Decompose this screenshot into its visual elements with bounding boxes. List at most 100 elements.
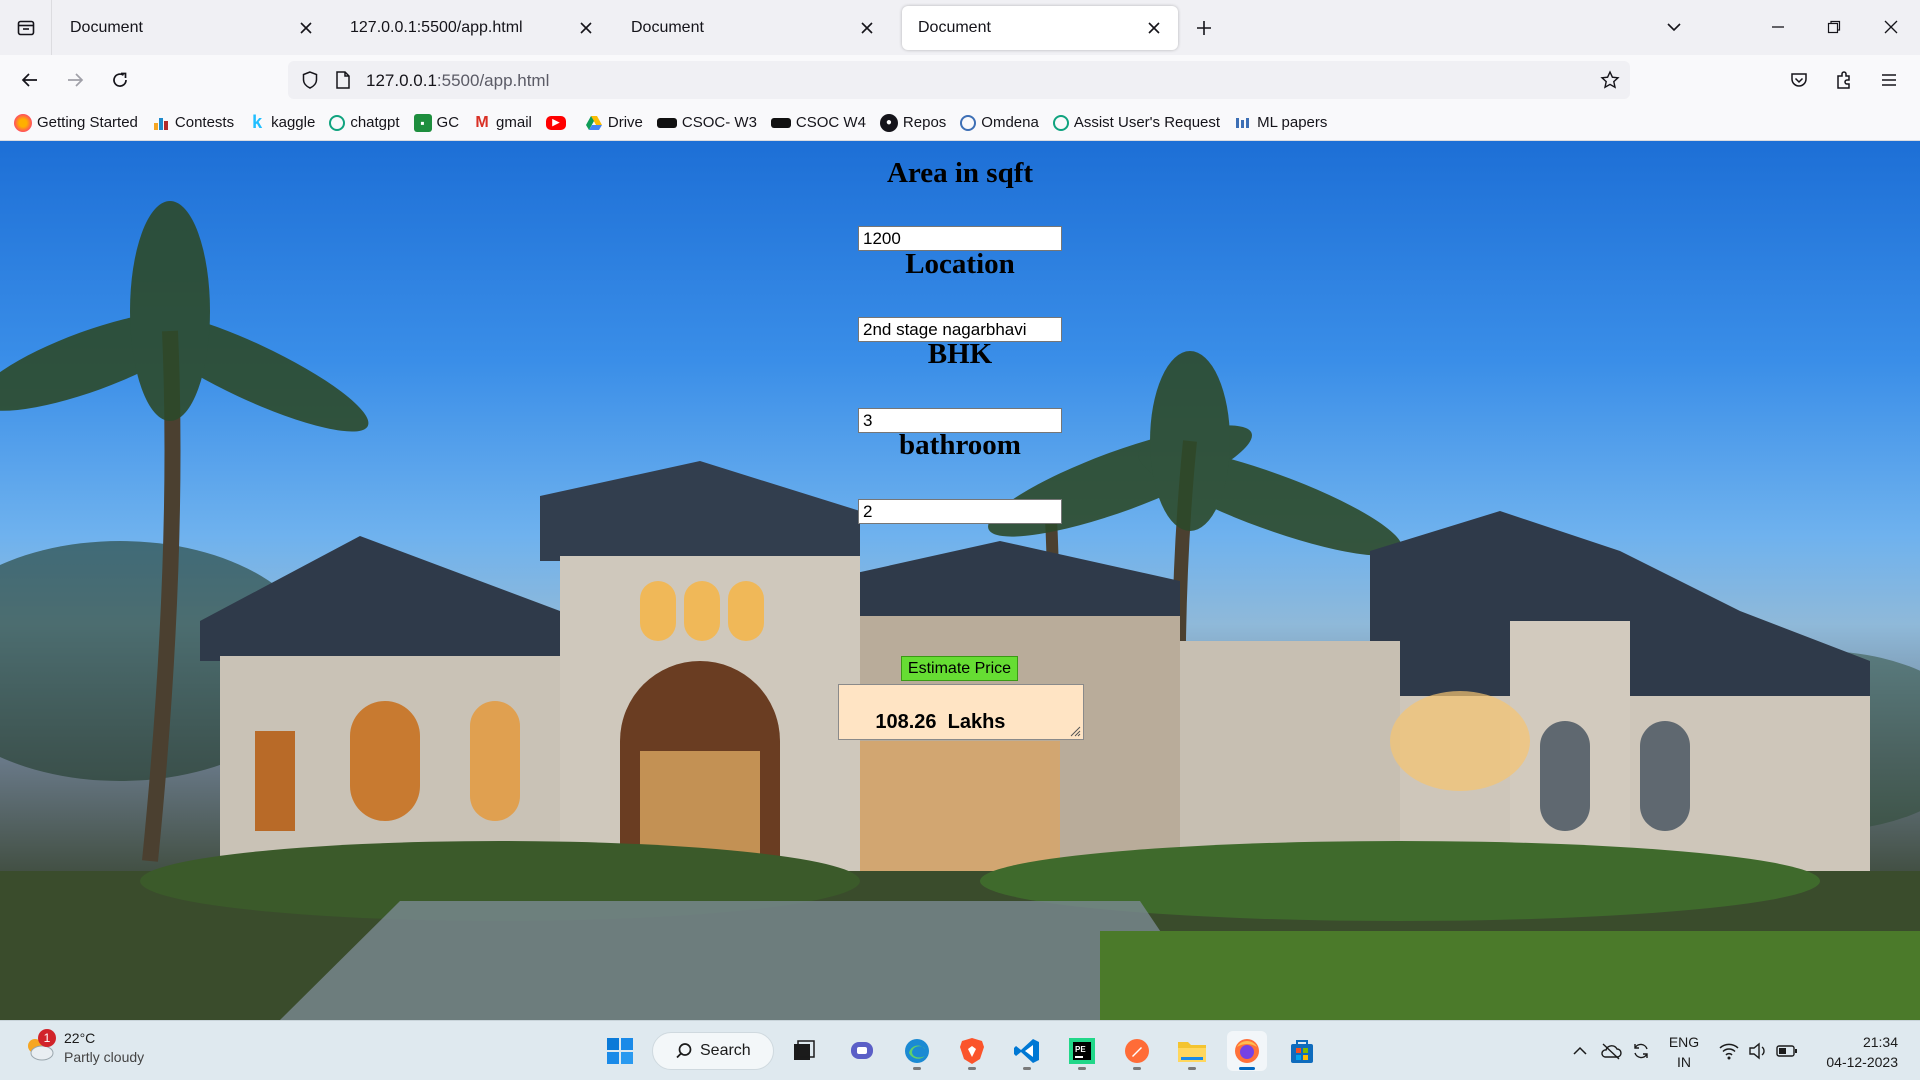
back-button[interactable]: [15, 65, 45, 95]
tab-title: Document: [70, 19, 143, 36]
bookmark-assist-users-request[interactable]: Assist User's Request: [1052, 114, 1221, 131]
bookmark-drive[interactable]: Drive: [585, 114, 643, 132]
running-indicator: [1188, 1067, 1196, 1070]
battery-icon: [1776, 1045, 1797, 1057]
taskbar-search[interactable]: Search: [652, 1032, 774, 1070]
url-text[interactable]: 127.0.0.1:5500/app.html: [366, 71, 549, 91]
tab-document-2[interactable]: Document: [615, 6, 891, 50]
kaggle-icon: k: [252, 112, 263, 132]
windows-logo-icon: [607, 1038, 633, 1064]
extensions-button[interactable]: [1829, 65, 1859, 95]
taskbar-brave[interactable]: [952, 1031, 992, 1071]
tab-app-html[interactable]: 127.0.0.1:5500/app.html: [334, 6, 610, 50]
bookmark-contests[interactable]: Contests: [152, 114, 234, 132]
bookmark-repos[interactable]: ● Repos: [879, 113, 947, 132]
tab-list-button[interactable]: [0, 0, 52, 55]
bookmarks-toolbar: Getting Started Contests k kaggle chatgpt…: [0, 105, 1920, 141]
taskbar-edge[interactable]: [897, 1031, 937, 1071]
result-textarea[interactable]: 108.26 Lakhs: [838, 684, 1084, 740]
shield-icon: [302, 71, 318, 89]
tab-document-1[interactable]: Document: [54, 6, 330, 50]
svg-text:PE: PE: [1075, 1045, 1086, 1054]
battery-button[interactable]: [1774, 1031, 1800, 1071]
taskbar-firefox[interactable]: [1227, 1031, 1267, 1071]
taskbar-teams[interactable]: [842, 1031, 882, 1071]
bookmark-label: kaggle: [271, 114, 316, 131]
new-tab-button[interactable]: [1190, 14, 1218, 42]
pocket-button[interactable]: [1784, 65, 1814, 95]
network-button[interactable]: [1716, 1031, 1742, 1071]
bookmark-getting-started[interactable]: Getting Started: [14, 113, 138, 132]
taskbar-file-explorer[interactable]: [1172, 1031, 1212, 1071]
bookmark-csoc-w4[interactable]: CSOC W4: [770, 114, 866, 131]
address-bar[interactable]: 127.0.0.1:5500/app.html: [288, 61, 1630, 99]
language-indicator[interactable]: ENG IN: [1666, 1032, 1702, 1072]
clock-time: 21:34: [1862, 1034, 1898, 1050]
bathroom-input[interactable]: [858, 499, 1062, 524]
bookmark-label: Getting Started: [37, 114, 138, 131]
bookmark-label: Repos: [902, 114, 947, 131]
reload-icon: [113, 72, 127, 87]
bookmark-star-icon[interactable]: [1600, 70, 1620, 90]
language-code: ENG: [1668, 1034, 1700, 1050]
minimize-icon: [1772, 26, 1784, 28]
taskbar-pycharm[interactable]: PE: [1062, 1031, 1102, 1071]
close-tab-icon[interactable]: [1144, 18, 1164, 38]
weather-icon: 1: [22, 1029, 56, 1065]
puzzle-icon: [1837, 71, 1850, 89]
close-tab-icon[interactable]: [576, 18, 596, 38]
restore-icon: [1827, 20, 1841, 34]
onedrive-tray-button[interactable]: [1598, 1031, 1624, 1071]
app-menu-button[interactable]: [1874, 65, 1904, 95]
chevron-down-icon: [1667, 23, 1681, 32]
bookmark-gmail[interactable]: Mgmail: [473, 114, 532, 132]
search-label: Search: [700, 1042, 751, 1059]
papers-icon: [1234, 114, 1252, 132]
system-clock[interactable]: 21:34 04-12-2023: [1818, 1032, 1898, 1072]
tab-bar: Document 127.0.0.1:5500/app.html Documen…: [0, 0, 1920, 55]
tab-document-active[interactable]: Document: [902, 6, 1178, 50]
close-window-button[interactable]: [1876, 12, 1906, 42]
show-hidden-icons-button[interactable]: [1568, 1031, 1592, 1071]
bookmark-omdena[interactable]: Omdena: [960, 114, 1039, 131]
weather-badge: 1: [38, 1029, 56, 1047]
volume-button[interactable]: [1746, 1031, 1770, 1071]
forward-button[interactable]: [60, 65, 90, 95]
taskbar-store[interactable]: [1282, 1031, 1322, 1071]
bookmark-csoc-w3[interactable]: CSOC- W3: [656, 114, 757, 131]
close-tab-icon[interactable]: [296, 18, 316, 38]
bookmark-ml-papers[interactable]: ML papers: [1234, 114, 1327, 132]
omdena-icon: [960, 114, 977, 131]
bookmark-label: Assist User's Request: [1073, 114, 1221, 131]
postman-icon: [1125, 1039, 1149, 1063]
bookmark-gc[interactable]: ▪ GC: [413, 113, 459, 132]
region-code: IN: [1677, 1054, 1691, 1070]
restore-button[interactable]: [1819, 12, 1849, 42]
running-indicator: [1239, 1067, 1255, 1070]
bookmark-chatgpt[interactable]: chatgpt: [329, 114, 400, 131]
estimate-price-button[interactable]: Estimate Price: [901, 656, 1018, 681]
speaker-icon: [1749, 1042, 1765, 1060]
reload-button[interactable]: [105, 65, 135, 95]
weather-widget[interactable]: 1 22°C Partly cloudy: [22, 1029, 144, 1067]
task-view-button[interactable]: [784, 1031, 824, 1071]
taskbar-postman[interactable]: [1117, 1031, 1157, 1071]
running-indicator: [913, 1067, 921, 1070]
pocket-icon: [1791, 73, 1807, 87]
close-tab-icon[interactable]: [857, 18, 877, 38]
bookmark-youtube[interactable]: ▶: [545, 115, 571, 130]
minimize-button[interactable]: [1763, 12, 1793, 42]
start-button[interactable]: [600, 1031, 640, 1071]
tab-overflow-button[interactable]: [1659, 12, 1689, 42]
sync-tray-button[interactable]: [1628, 1031, 1654, 1071]
bookmark-label: gmail: [496, 114, 532, 131]
taskbar-vscode[interactable]: [1007, 1031, 1047, 1071]
chat-icon: [851, 1042, 873, 1059]
resize-grip-icon[interactable]: [1067, 723, 1081, 737]
windows-taskbar: 1 22°C Partly cloudy Search PE ENG IN 21…: [0, 1020, 1920, 1080]
weather-condition: Partly cloudy: [64, 1049, 145, 1065]
bookmark-kaggle[interactable]: k kaggle: [248, 112, 316, 132]
bookmark-label: Drive: [607, 114, 643, 131]
edge-icon: [905, 1039, 929, 1063]
folder-icon: [1178, 1042, 1206, 1062]
